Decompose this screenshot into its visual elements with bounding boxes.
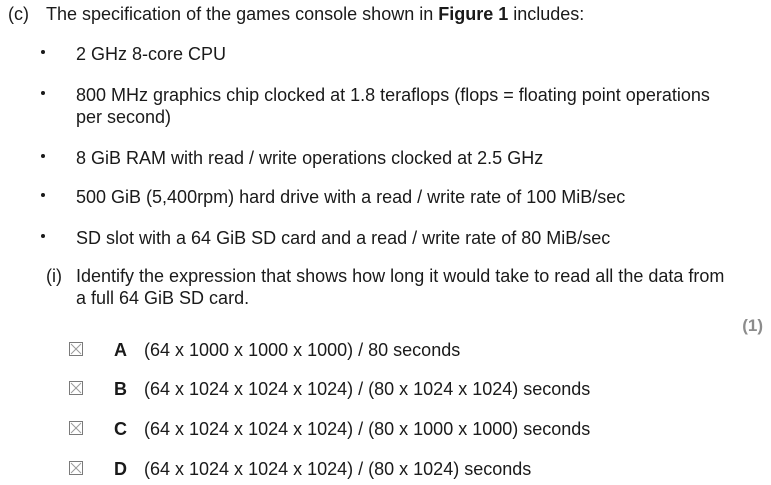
option-letter: D (114, 459, 127, 479)
option-letter: B (114, 379, 127, 399)
option-letter: A (114, 340, 127, 360)
option-text: (64 x 1024 x 1024 x 1024) / (80 x 1024 x… (144, 379, 591, 399)
sub-question-text: Identify the expression that shows how l… (76, 266, 725, 308)
option-a-checkbox[interactable] (69, 342, 83, 356)
spec-text: SD slot with a 64 GiB SD card and a read… (76, 228, 611, 248)
option-c-checkbox[interactable] (69, 421, 83, 435)
option-letter: C (114, 419, 127, 439)
spec-text: 800 MHz graphics chip clocked at 1.8 ter… (76, 85, 710, 127)
cross-box-icon (70, 382, 82, 394)
spec-text: 2 GHz 8-core CPU (76, 44, 227, 64)
option-d-checkbox[interactable] (69, 461, 83, 475)
option-d[interactable]: D (64 x 1024 x 1024 x 1024) / (80 x 1024… (0, 458, 771, 482)
option-text: (64 x 1024 x 1024 x 1024) / (80 x 1000 x… (144, 419, 591, 439)
bullet-icon (41, 193, 45, 197)
option-a[interactable]: A (64 x 1000 x 1000 x 1000) / 80 seconds (0, 339, 771, 363)
specification-list: 2 GHz 8-core CPU 800 MHz graphics chip c… (0, 0, 771, 260)
bullet-icon (41, 154, 45, 158)
cross-box-icon (70, 462, 82, 474)
option-b-checkbox[interactable] (69, 381, 83, 395)
spec-text: 8 GiB RAM with read / write operations c… (76, 148, 544, 168)
option-text: (64 x 1000 x 1000 x 1000) / 80 seconds (144, 340, 461, 360)
bullet-icon (41, 91, 45, 95)
option-text: (64 x 1024 x 1024 x 1024) / (80 x 1024) … (144, 459, 532, 479)
sub-question-label: (i) (46, 266, 62, 286)
marks-label: (1) (742, 316, 763, 335)
bullet-icon (41, 50, 45, 54)
cross-box-icon (70, 343, 82, 355)
cross-box-icon (70, 422, 82, 434)
option-b[interactable]: B (64 x 1024 x 1024 x 1024) / (80 x 1024… (0, 378, 771, 402)
bullet-icon (41, 234, 45, 238)
option-c[interactable]: C (64 x 1024 x 1024 x 1024) / (80 x 1000… (0, 418, 771, 442)
spec-text: 500 GiB (5,400rpm) hard drive with a rea… (76, 187, 626, 207)
